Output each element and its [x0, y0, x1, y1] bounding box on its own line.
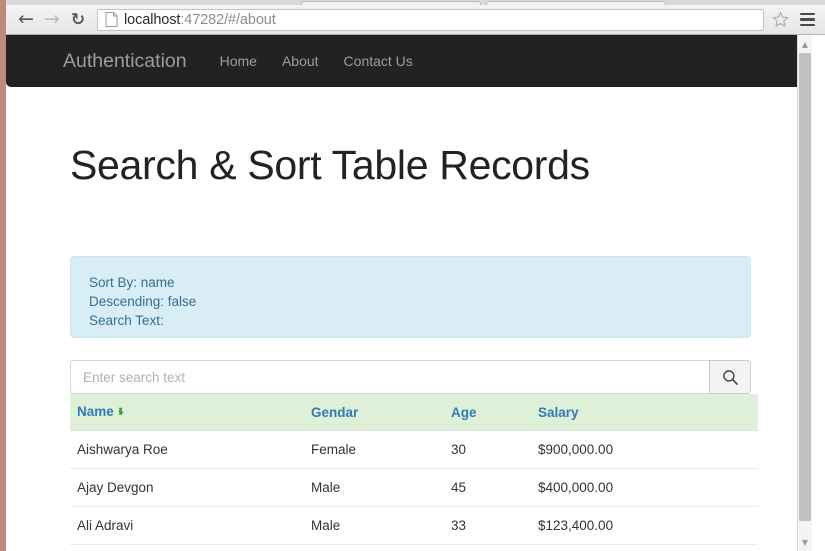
page-viewport: Authentication Home About Contact Us Sea… — [6, 35, 825, 551]
hamburger-menu-icon — [799, 23, 815, 27]
hamburger-menu-icon — [799, 18, 815, 21]
hamburger-menu-icon — [799, 12, 815, 16]
cell-gender: Male — [311, 468, 451, 507]
cell-age: 33 — [451, 544, 538, 551]
table-row[interactable]: Angelina Jolie Femal 33 $9,900,000.00 — [70, 544, 758, 551]
table-row[interactable]: Ajay Devgon Male 45 $400,000.00 — [70, 468, 758, 507]
cell-age: 30 — [451, 430, 538, 469]
cell-gender: Female — [311, 430, 451, 469]
search-text-label: Search Text: — [89, 313, 164, 328]
search-button[interactable] — [709, 360, 751, 394]
page-document-icon — [105, 12, 118, 27]
column-header-name-label: Name — [77, 404, 114, 419]
page-title: Search & Sort Table Records — [70, 142, 590, 188]
scroll-up-arrow-icon[interactable]: ▲ — [798, 37, 812, 51]
browser-menu-button[interactable] — [794, 7, 820, 33]
browser-window: ← → ↻ localhost:47282/#/about Authentica… — [0, 0, 825, 551]
site-navbar: Authentication Home About Contact Us — [6, 35, 802, 87]
back-arrow-icon: ← — [18, 8, 34, 30]
cell-name: Ali Adravi — [70, 506, 311, 545]
search-input[interactable] — [70, 360, 709, 394]
cell-age: 45 — [451, 468, 538, 507]
url-text: localhost:47282/#/about — [124, 12, 276, 28]
column-header-name[interactable]: Name ⱛ — [70, 394, 311, 431]
address-bar[interactable]: localhost:47282/#/about — [97, 8, 764, 31]
cell-gender: Femal — [311, 544, 451, 551]
sort-descending-caret-icon: ⱛ — [118, 405, 124, 419]
cell-name: Angelina Jolie — [70, 544, 311, 551]
nav-link-home[interactable]: Home — [220, 53, 257, 69]
cell-name: Ajay Devgon — [70, 468, 311, 507]
reload-button[interactable]: ↻ — [65, 6, 91, 34]
sort-state-info-panel: Sort By: name Descending: false Search T… — [70, 256, 751, 338]
table-body: Aishwarya Roe Female 30 $900,000.00 Ajay… — [70, 430, 758, 551]
browser-toolbar: ← → ↻ localhost:47282/#/about — [6, 5, 825, 35]
scroll-down-arrow-icon[interactable]: ▼ — [798, 535, 812, 549]
cell-salary: $123,400.00 — [538, 506, 758, 545]
column-header-salary[interactable]: Salary — [538, 394, 758, 431]
search-bar — [70, 360, 751, 394]
column-header-gendar[interactable]: Gendar — [311, 394, 451, 431]
bookmark-button[interactable] — [768, 8, 792, 32]
column-header-age[interactable]: Age — [451, 394, 538, 431]
reload-icon: ↻ — [70, 9, 86, 30]
table-row[interactable]: Aishwarya Roe Female 30 $900,000.00 — [70, 430, 758, 469]
descending-text: Descending: false — [89, 294, 197, 309]
nav-link-about[interactable]: About — [282, 53, 319, 69]
page-scrollbar[interactable]: ▲ ▼ — [797, 35, 812, 551]
cell-salary: $9,900,000.00 — [538, 544, 758, 551]
forward-arrow-icon: → — [44, 8, 60, 30]
url-path: :47282/#/about — [180, 11, 276, 28]
url-host: localhost — [124, 11, 181, 28]
table-head: Name ⱛ Gendar Age Salary — [70, 394, 758, 431]
records-table: Name ⱛ Gendar Age Salary Aishwarya Roe Fe… — [70, 394, 758, 551]
cell-salary: $400,000.00 — [538, 468, 758, 507]
table-header-row: Name ⱛ Gendar Age Salary — [70, 394, 758, 431]
cell-name: Aishwarya Roe — [70, 430, 311, 469]
star-outline-icon — [772, 11, 788, 27]
sort-by-text: Sort By: name — [89, 275, 175, 290]
cell-salary: $900,000.00 — [538, 430, 758, 469]
table-row[interactable]: Ali Adravi Male 33 $123,400.00 — [70, 506, 758, 545]
search-magnifier-icon — [722, 369, 738, 385]
cell-gender: Male — [311, 506, 451, 545]
nav-link-contact-us[interactable]: Contact Us — [344, 53, 413, 69]
forward-button: → — [39, 6, 65, 34]
cell-age: 33 — [451, 506, 538, 545]
back-button[interactable]: ← — [13, 6, 39, 34]
scrollbar-thumb[interactable] — [799, 53, 811, 521]
navbar-brand[interactable]: Authentication — [63, 50, 187, 73]
